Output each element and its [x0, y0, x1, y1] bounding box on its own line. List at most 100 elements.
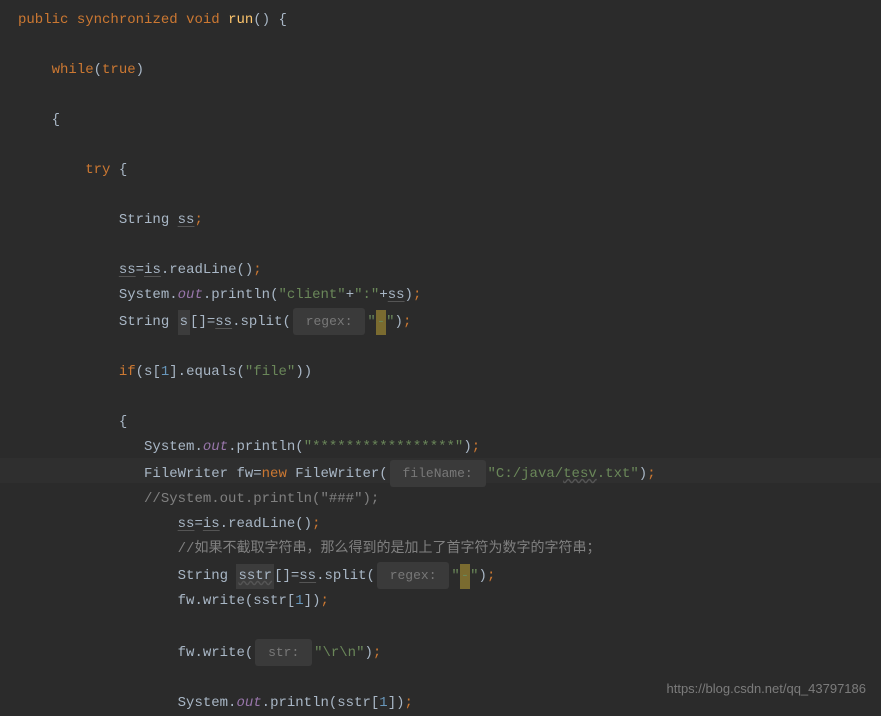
blank-line	[18, 83, 863, 108]
variable: is	[203, 516, 220, 532]
code-line: ss=is.readLine();	[18, 258, 863, 283]
blank-line	[18, 385, 863, 410]
variable: sstr	[236, 564, 274, 589]
class-ref: System.	[144, 439, 203, 455]
open-brace: {	[52, 112, 60, 128]
type: String	[119, 212, 178, 228]
code-line: String ss;	[18, 208, 863, 233]
string-literal: "file"	[245, 364, 295, 380]
comment: //如果不截取字符串，那么得到的是加上了首字符为数字的字符串；	[178, 541, 601, 557]
semicolon: ;	[403, 314, 411, 330]
variable: ss	[178, 516, 195, 532]
code-editor[interactable]: public synchronized void run() { while(t…	[18, 8, 863, 716]
variable: s	[178, 310, 190, 335]
equals: =	[194, 516, 202, 532]
string-literal: "	[386, 314, 394, 330]
blank-line	[18, 233, 863, 258]
close-paren: ))	[295, 364, 312, 380]
code-line: System.out.println("*****************");	[18, 435, 863, 460]
blank-line	[18, 183, 863, 208]
variable: ss	[299, 568, 316, 584]
param-hint: str:	[255, 639, 312, 666]
string-literal: "	[451, 568, 459, 584]
array-decl: []=	[274, 568, 299, 584]
field-out: out	[178, 287, 203, 303]
param-hint: regex:	[377, 562, 449, 589]
comment: //System.out.println("###");	[144, 491, 379, 507]
blank-line	[18, 133, 863, 158]
close-paren: ])	[304, 593, 321, 609]
close-paren: )	[405, 287, 413, 303]
close-paren: )	[395, 314, 403, 330]
semicolon: ;	[405, 695, 413, 711]
method-call: .println(	[203, 287, 279, 303]
method-name: run	[228, 12, 253, 28]
code-line: fw.write( str: "\r\n");	[18, 639, 863, 666]
code-line: while(true)	[18, 58, 863, 83]
code-line: ss=is.readLine();	[18, 512, 863, 537]
parens: ()	[253, 12, 270, 28]
method-call: ].equals(	[169, 364, 245, 380]
method-call: .split(	[316, 568, 375, 584]
constructor: FileWriter(	[287, 466, 388, 482]
method-call: .println(	[228, 439, 304, 455]
code-line: FileWriter fw=new FileWriter( fileName: …	[18, 460, 863, 487]
type: String	[178, 568, 237, 584]
method-call: .readLine()	[161, 262, 253, 278]
code-line: fw.write(sstr[1]);	[18, 589, 863, 614]
keyword-try: try	[85, 162, 110, 178]
plus-op: +	[346, 287, 354, 303]
keyword-new: new	[262, 466, 287, 482]
code-line: String sstr[]=ss.split( regex: "-");	[18, 562, 863, 589]
watermark: https://blog.csdn.net/qq_43797186	[667, 676, 867, 701]
string-literal: -	[460, 564, 470, 589]
class-ref: System.	[119, 287, 178, 303]
close-paren: )	[463, 439, 471, 455]
close-paren: )	[479, 568, 487, 584]
open-brace: {	[110, 162, 127, 178]
variable: ss	[178, 212, 195, 228]
param-hint: regex:	[293, 308, 365, 335]
keyword-true: true	[102, 62, 136, 78]
code-line: //如果不截取字符串，那么得到的是加上了首字符为数字的字符串；	[18, 537, 863, 562]
cond-open: (s[	[136, 364, 161, 380]
field-out: out	[236, 695, 261, 711]
string-literal: "client"	[278, 287, 345, 303]
variable: ss	[388, 287, 405, 303]
semicolon: ;	[194, 212, 202, 228]
keyword-if: if	[119, 364, 136, 380]
method-call: .readLine()	[220, 516, 312, 532]
string-literal: tesv	[563, 466, 597, 482]
close-paren: ])	[388, 695, 405, 711]
code-line: {	[18, 108, 863, 133]
method-call: .println(sstr[	[262, 695, 380, 711]
semicolon: ;	[487, 568, 495, 584]
open-brace: {	[119, 414, 127, 430]
code-line: if(s[1].equals("file"))	[18, 360, 863, 385]
string-literal: .txt"	[597, 466, 639, 482]
code-line: try {	[18, 158, 863, 183]
number-literal: 1	[161, 364, 169, 380]
number-literal: 1	[379, 695, 387, 711]
code-line: String s[]=ss.split( regex: "-");	[18, 308, 863, 335]
type: FileWriter fw=	[144, 466, 262, 482]
plus-op: +	[379, 287, 387, 303]
code-line: {	[18, 410, 863, 435]
semicolon: ;	[647, 466, 655, 482]
variable: ss	[215, 314, 232, 330]
semicolon: ;	[253, 262, 261, 278]
param-hint: fileName:	[390, 460, 486, 487]
number-literal: 1	[295, 593, 303, 609]
string-literal: -	[376, 310, 386, 335]
keyword-public: public	[18, 12, 68, 28]
keyword-while: while	[52, 62, 94, 78]
class-ref: System.	[178, 695, 237, 711]
variable: ss	[119, 262, 136, 278]
semicolon: ;	[373, 645, 381, 661]
code-line: public synchronized void run() {	[18, 8, 863, 33]
blank-line	[18, 33, 863, 58]
code-line: System.out.println("client"+":"+ss);	[18, 283, 863, 308]
semicolon: ;	[413, 287, 421, 303]
close-paren: )	[639, 466, 647, 482]
string-literal: "*****************"	[304, 439, 464, 455]
